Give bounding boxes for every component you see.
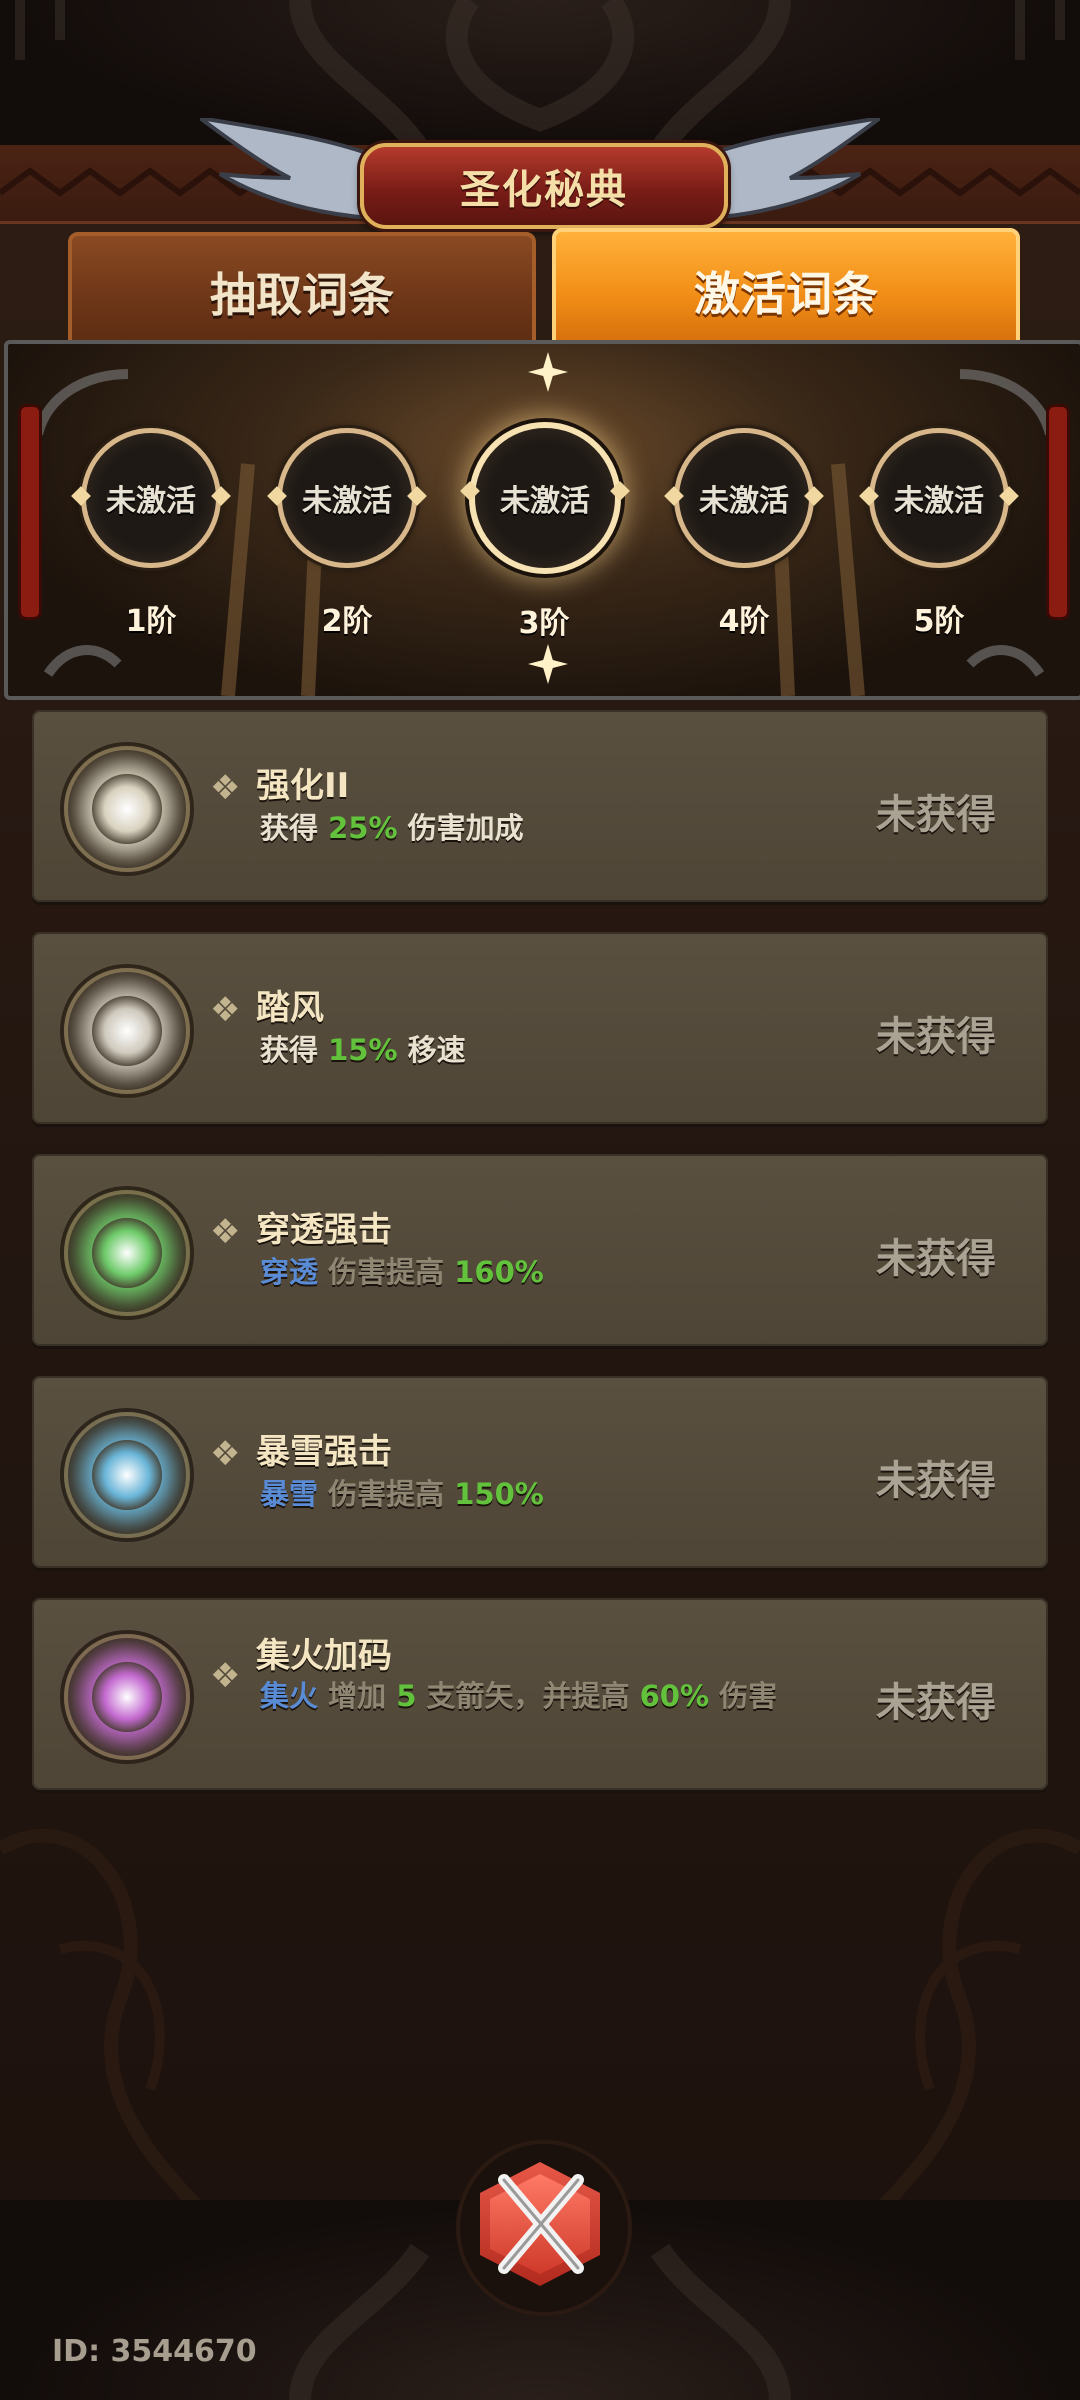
entry-status: 未获得: [876, 1236, 996, 1282]
tier-3[interactable]: 未激活 3阶: [469, 422, 621, 642]
orb-glow: [92, 1440, 162, 1510]
tier-strip: 未激活 1阶 未激活 2阶 未激活 3阶 未激活 4阶 未激活 5阶: [4, 340, 1080, 700]
entry-card[interactable]: ❖ 集火加码 集火 增加 5 支箭矢，并提高 60% 伤害 未获得: [32, 1598, 1048, 1790]
entry-name: 暴雪强击: [256, 1432, 392, 1472]
diamond-bullet-icon: ❖: [210, 1212, 241, 1252]
entry-orb-icon: [64, 1634, 190, 1760]
entry-description-segment: 15%: [328, 1033, 398, 1067]
tier-ring: 未激活: [81, 428, 221, 568]
diamond-bullet-icon: ❖: [210, 1656, 241, 1696]
entry-description: 暴雪 伤害提高 150%: [260, 1476, 860, 1512]
tier-label: 2阶: [321, 604, 373, 639]
tier-strip-left-bar: [18, 404, 42, 620]
entry-status: 未获得: [876, 1014, 996, 1060]
tier-label: 5阶: [913, 604, 965, 639]
entry-status: 未获得: [876, 1680, 996, 1726]
entry-orb-icon: [64, 968, 190, 1094]
tier-label: 3阶: [518, 606, 570, 641]
entry-description-segment: 获得: [260, 1033, 329, 1067]
tier-strip-right-bar: [1046, 404, 1070, 620]
tier-ring: 未激活: [869, 428, 1009, 568]
tab-activate-entries[interactable]: 激活词条: [552, 228, 1020, 354]
tier-ring: 未激活: [674, 428, 814, 568]
entry-card[interactable]: ❖ 踏风 获得 15% 移速 未获得: [32, 932, 1048, 1124]
orb-glow: [92, 996, 162, 1066]
player-id: ID: 3544670: [52, 2334, 257, 2369]
entry-description: 获得 25% 伤害加成: [260, 810, 860, 846]
orb-glow: [92, 1218, 162, 1288]
entry-description: 集火 增加 5 支箭矢，并提高 60% 伤害: [260, 1678, 860, 1714]
tier-label: 4阶: [718, 604, 770, 639]
entry-card[interactable]: ❖ 暴雪强击 暴雪 伤害提高 150% 未获得: [32, 1376, 1048, 1568]
tier-1[interactable]: 未激活 1阶: [76, 428, 226, 640]
tier-ring: 未激活: [469, 422, 621, 574]
entry-description-segment: 增加: [318, 1679, 397, 1713]
tier-2[interactable]: 未激活 2阶: [272, 428, 422, 640]
page-title: 圣化秘典: [460, 167, 628, 213]
tier-5[interactable]: 未激活 5阶: [864, 428, 1014, 640]
entry-description-segment: 支箭矢，并提高: [416, 1679, 640, 1713]
tier-4[interactable]: 未激活 4阶: [669, 428, 819, 640]
entry-name: 强化II: [256, 766, 350, 806]
entry-description-segment: 伤害加成: [397, 811, 524, 845]
tab-label: 抽取词条: [210, 268, 394, 322]
entry-orb-icon: [64, 1412, 190, 1538]
entry-description-segment: 获得: [260, 811, 329, 845]
entry-description-segment: 伤害提高: [318, 1255, 455, 1289]
orb-glow: [92, 1662, 162, 1732]
tier-label: 1阶: [125, 604, 177, 639]
left-wing-icon: [200, 118, 380, 221]
entry-description-segment: 伤害: [709, 1679, 778, 1713]
diamond-bullet-icon: ❖: [210, 768, 241, 808]
close-icon: [498, 2174, 584, 2274]
entry-description-segment: 暴雪: [260, 1477, 319, 1511]
orb-glow: [92, 774, 162, 844]
entry-orb-icon: [64, 1190, 190, 1316]
close-button[interactable]: [456, 2140, 632, 2316]
entry-status: 未获得: [876, 1458, 996, 1504]
entry-description-segment: 伤害提高: [318, 1477, 455, 1511]
top-ornament: [15, 0, 1065, 150]
entry-name: 集火加码: [256, 1636, 392, 1676]
tab-draw-entries[interactable]: 抽取词条: [68, 232, 536, 352]
entry-description-segment: 60%: [639, 1679, 710, 1713]
entry-description-segment: 160%: [454, 1255, 544, 1289]
entry-description-segment: 25%: [328, 811, 398, 845]
entry-orb-icon: [64, 746, 190, 872]
entry-description-segment: 5: [396, 1679, 417, 1713]
diamond-bullet-icon: ❖: [210, 990, 241, 1030]
tab-label: 激活词条: [694, 267, 878, 321]
entry-description-segment: 移速: [397, 1033, 466, 1067]
entry-card[interactable]: ❖ 强化II 获得 25% 伤害加成 未获得: [32, 710, 1048, 902]
entry-card[interactable]: ❖ 穿透强击 穿透 伤害提高 160% 未获得: [32, 1154, 1048, 1346]
diamond-bullet-icon: ❖: [210, 1434, 241, 1474]
entry-description-segment: 集火: [260, 1679, 319, 1713]
entry-status: 未获得: [876, 792, 996, 838]
title-plate: 圣化秘典: [360, 143, 728, 229]
entry-description: 获得 15% 移速: [260, 1032, 860, 1068]
entry-description-segment: 150%: [454, 1477, 544, 1511]
tier-ring: 未激活: [277, 428, 417, 568]
entry-name: 踏风: [256, 988, 324, 1028]
entry-description: 穿透 伤害提高 160%: [260, 1254, 860, 1290]
entry-name: 穿透强击: [256, 1210, 392, 1250]
entry-description-segment: 穿透: [260, 1255, 319, 1289]
